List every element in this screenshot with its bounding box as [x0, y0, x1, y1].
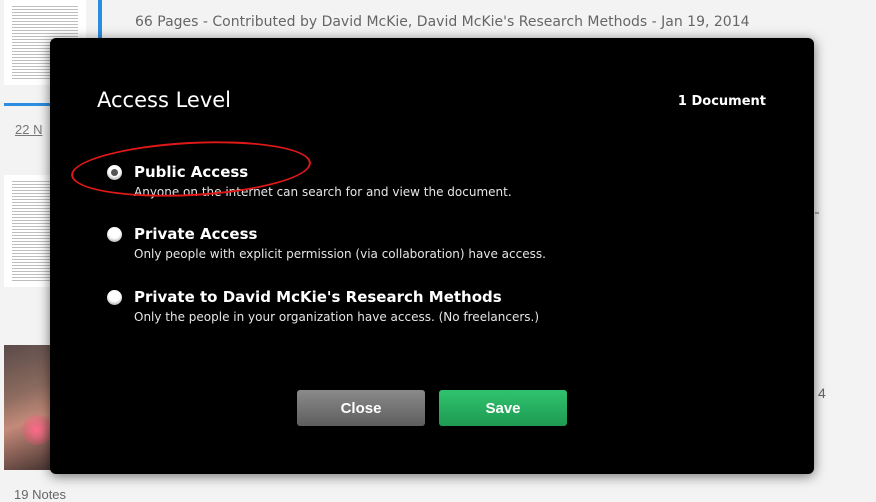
notes-count-link[interactable]: 22 N — [15, 122, 42, 137]
option-label[interactable]: Private to David McKie's Research Method… — [134, 288, 502, 306]
background-fragment — [815, 212, 819, 214]
photo-glow — [22, 415, 52, 445]
background-text-fragment: 4 — [818, 385, 826, 401]
option-description: Only the people in your organization hav… — [134, 310, 540, 324]
selection-indicator — [98, 0, 102, 40]
dialog-title: Access Level — [97, 88, 231, 112]
option-label[interactable]: Public Access — [134, 163, 248, 181]
radio-button[interactable] — [107, 227, 122, 242]
radio-button-selected[interactable] — [107, 165, 122, 180]
option-description: Only people with explicit permission (vi… — [134, 247, 546, 261]
option-description: Anyone on the internet can search for an… — [134, 185, 512, 199]
save-button[interactable]: Save — [439, 390, 567, 426]
close-button[interactable]: Close — [297, 390, 425, 426]
access-level-dialog: Access Level 1 Document Public Access An… — [50, 38, 814, 474]
option-label[interactable]: Private Access — [134, 225, 257, 243]
notes-count: 19 Notes — [14, 487, 67, 502]
document-meta: 66 Pages - Contributed by David McKie, D… — [135, 14, 750, 30]
thumbnail-underline — [4, 103, 54, 106]
document-count: 1 Document — [677, 94, 766, 109]
radio-button[interactable] — [107, 290, 122, 305]
